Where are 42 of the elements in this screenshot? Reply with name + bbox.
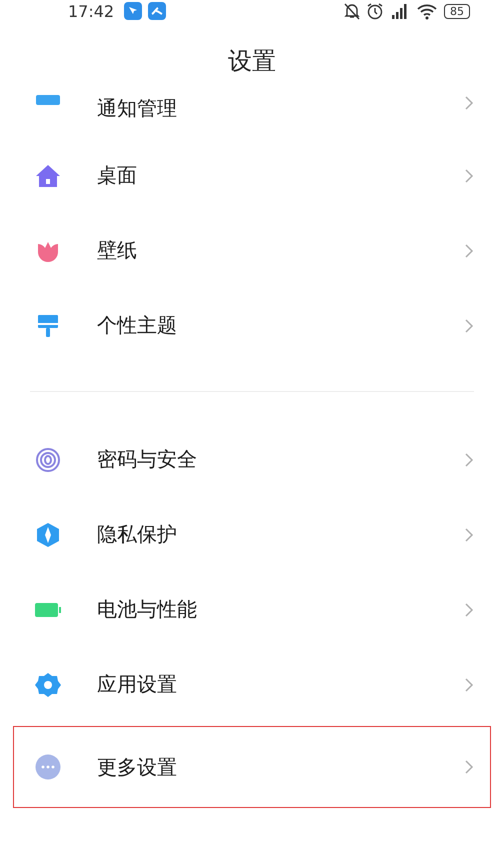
chevron-icon [464,168,474,184]
chevron-icon [464,318,474,334]
chevron-icon [464,526,474,542]
notification-bar-icon [36,95,60,105]
settings-icon [35,672,61,698]
settings-row[interactable]: 桌面 [0,138,504,213]
settings-row[interactable]: 更多设置 [12,725,492,809]
alarm-icon [366,2,384,20]
app-notification-icon [124,2,142,20]
row-label: 密码与安全 [97,446,198,473]
row-label: 电池与性能 [97,596,198,623]
settings-row[interactable]: 壁纸 [0,213,504,288]
row-label: 个性主题 [97,312,178,339]
chevron-icon [464,242,474,258]
more-dots-icon [35,754,61,780]
row-label: 桌面 [97,162,138,189]
paint-roller-icon [35,312,61,338]
hexagon-shield-icon [35,522,61,548]
fingerprint-icon [35,446,61,472]
settings-row[interactable]: 密码与安全 [0,422,504,497]
wifi-icon [416,2,438,20]
app-notification-icon [148,2,166,20]
chevron-icon [464,759,474,775]
settings-row[interactable]: 电池与性能 [0,572,504,647]
row-label: 应用设置 [97,671,178,698]
row-label: 通知管理 [97,95,178,122]
chevron-icon [464,602,474,618]
row-label: 隐私保护 [97,521,178,548]
battery-indicator: 85 [444,4,470,18]
row-label: 更多设置 [97,754,178,780]
chevron-icon [464,95,474,111]
chevron-icon [464,676,474,692]
house-icon [35,162,61,188]
settings-row[interactable]: 通知管理 [0,95,504,138]
settings-row[interactable]: 隐私保护 [0,497,504,572]
chevron-icon [464,452,474,468]
mute-bell-icon [344,2,360,20]
row-label: 壁纸 [97,237,138,264]
settings-row[interactable]: 应用设置 [0,647,504,722]
status-time: 17:42 [68,2,114,20]
page-title: 设置 [228,46,276,76]
settings-row[interactable]: 个性主题 [0,288,504,363]
